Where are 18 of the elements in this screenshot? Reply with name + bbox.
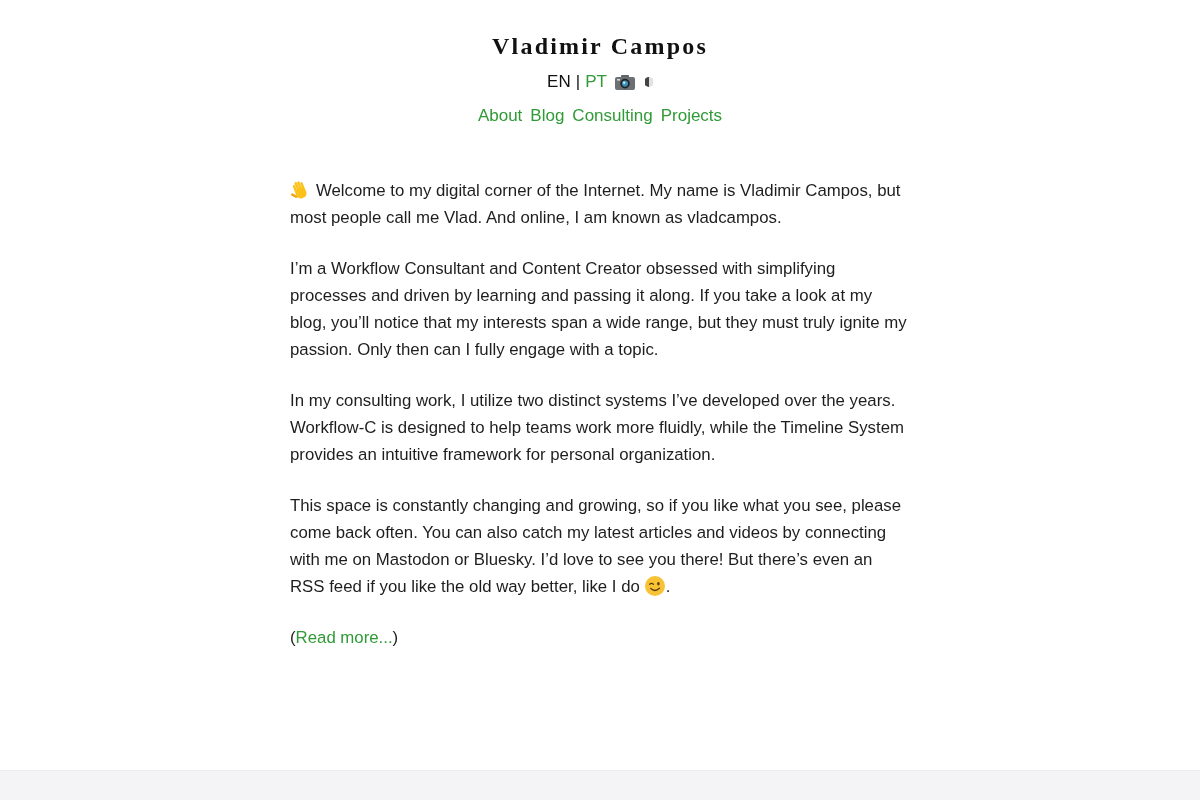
winking-face-icon: [644, 576, 665, 596]
language-link[interactable]: PT: [585, 68, 607, 95]
nav-link[interactable]: About: [477, 102, 523, 129]
paragraph: (Read more...): [290, 627, 400, 649]
waving-hand-icon: [290, 180, 310, 200]
site-title: Vladimir Campos: [492, 32, 708, 61]
half-circle-icon[interactable]: [644, 76, 653, 87]
nav-link[interactable]: Projects: [660, 102, 723, 129]
paragraph: In my consulting work, I utilize two distinct systems I’ve developed over the years. Workflow-C is designed to help teams work more fluidly, while the Timeline System provides an intuitive framework for personal organization.: [290, 390, 905, 466]
paragraph: Welcome to my digital corner of the Internet. My name is Vladimir Campos, but most people call me Vlad. And online, I am known as vladcampos.: [290, 179, 902, 229]
paragraph: I’m a Workflow Consultant and Content Creator obsessed with simplifying processes and driven by learning and passing it along. If you take a look at my blog, you’ll notice that my interests span a wide range, but they must truly ignite my passion. Only then can I fully engage with a topic.: [290, 258, 908, 361]
language-separator: |: [575, 71, 581, 93]
current-language: EN: [547, 71, 571, 93]
nav-link[interactable]: Blog: [530, 102, 565, 129]
nav-link[interactable]: Consulting: [572, 102, 653, 129]
paragraph: This space is constantly changing and growing, so if you like what you see, please come back often. You can also catch my latest articles and videos by connecting with me on Mastodon or Bluesky. I’d love to see you there! But there’s even an RSS feed if you like the old way better, like I do .: [290, 495, 902, 598]
camera-icon[interactable]: [614, 73, 635, 90]
read-more-link[interactable]: Read more...: [295, 628, 393, 647]
